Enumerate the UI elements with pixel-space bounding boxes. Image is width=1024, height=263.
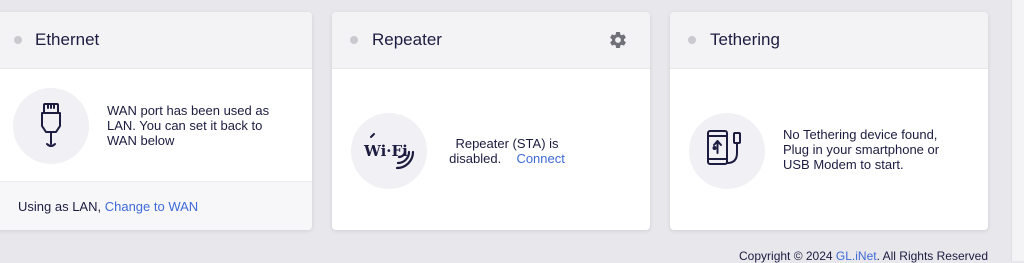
ethernet-footer: Using as LAN, Change to WAN [18, 199, 198, 214]
tethering-status-dot [688, 36, 696, 44]
ethernet-message: WAN port has been used as LAN. You can s… [107, 103, 270, 148]
scrollbar[interactable] [1011, 0, 1024, 261]
tethering-icon-circle [689, 113, 765, 189]
repeater-message-disabled: disabled. [449, 151, 502, 166]
ethernet-plug-icon [41, 103, 61, 147]
ethernet-icon-circle [13, 88, 89, 164]
repeater-icon-circle: Wi·Fi [351, 113, 427, 189]
repeater-title: Repeater [372, 30, 442, 49]
ethernet-card-header: Ethernet [0, 12, 312, 69]
change-to-wan-link[interactable]: Change to WAN [105, 199, 198, 214]
tethering-title: Tethering [710, 30, 780, 49]
ethernet-card-footer: Using as LAN, Change to WAN [0, 181, 312, 230]
ethernet-footer-label: Using as LAN, [18, 199, 102, 214]
wifi-icon: Wi·Fi [363, 133, 415, 170]
tethering-message: No Tethering device found, Plug in your … [783, 127, 940, 172]
repeater-status-dot [350, 36, 358, 44]
repeater-card-header: Repeater [332, 12, 650, 69]
gear-icon[interactable] [608, 30, 628, 50]
smartphone-usb-icon [707, 130, 741, 165]
ethernet-card: Ethernet WAN port has been used as LAN. … [0, 12, 312, 230]
repeater-message-line1: Repeater (STA) is [455, 136, 559, 151]
tethering-card-header: Tethering [670, 12, 988, 69]
tethering-card: Tethering No Tethering device found, Plu… [670, 12, 988, 230]
repeater-message-line2: disabled. Connect [441, 151, 573, 166]
ethernet-title: Ethernet [35, 30, 100, 49]
connect-link[interactable]: Connect [516, 151, 564, 166]
repeater-message: Repeater (STA) is disabled. Connect [441, 136, 573, 166]
ethernet-status-dot [14, 36, 22, 44]
repeater-card: Repeater Wi·Fi Repeater (STA) is disable… [332, 12, 650, 230]
